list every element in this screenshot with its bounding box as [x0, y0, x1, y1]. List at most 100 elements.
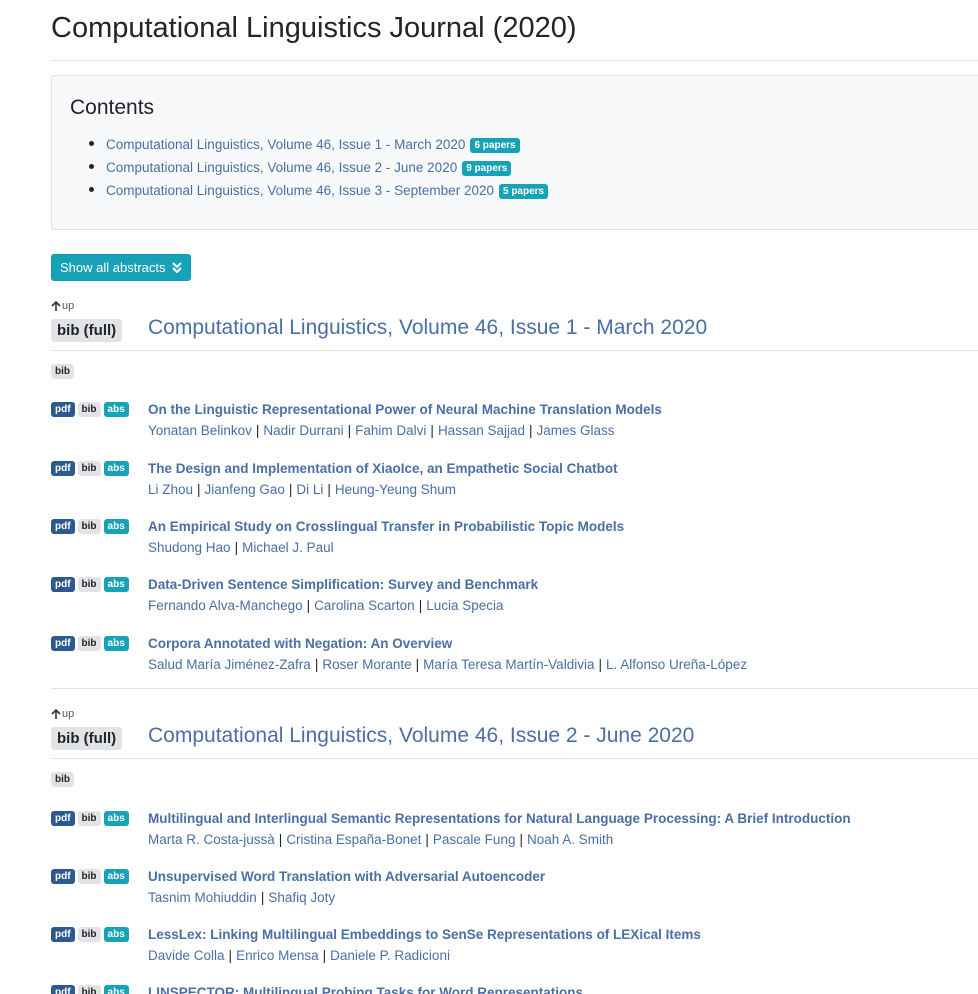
author-link[interactable]: Daniele P. Radicioni [330, 948, 450, 963]
pdf-button[interactable]: pdf [51, 461, 75, 476]
abs-button[interactable]: abs [103, 927, 129, 942]
double-chevron-down-icon [171, 262, 182, 273]
paper-entry: pdf bib abs Unsupervised Word Translation … [51, 868, 978, 910]
paper-entry: pdf bib abs Data-Driven Sentence Simplific… [51, 576, 978, 618]
bib-full-button[interactable]: bib (full) [51, 727, 123, 750]
paper-title[interactable]: An Empirical Study on Crosslingual Trans… [148, 518, 624, 535]
paper-entry: pdf bib abs An Empirical Study on Crosslin… [51, 518, 978, 560]
author-link[interactable]: Davide Colla [148, 948, 225, 963]
pdf-button[interactable]: pdf [51, 927, 75, 942]
up-link[interactable]: up [51, 300, 74, 312]
paper-authors: Marta R. Costa-jussà | Cristina España-Bon… [148, 832, 614, 847]
pdf-button[interactable]: pdf [51, 577, 75, 592]
bib-button[interactable]: bib [77, 577, 101, 592]
pdf-button[interactable]: pdf [51, 402, 75, 417]
contents-link-issue-1[interactable]: Computational Linguistics, Volume 46, Is… [106, 137, 465, 152]
author-link[interactable]: María Teresa Martín-Valdivia [423, 657, 594, 672]
contents-link-issue-3[interactable]: Computational Linguistics, Volume 46, Is… [106, 183, 494, 198]
author-link[interactable]: Fahim Dalvi [355, 423, 426, 438]
arrow-up-icon [51, 708, 61, 719]
author-link[interactable]: Pascale Fung [433, 832, 516, 847]
author-link[interactable]: Salud María Jiménez-Zafra [148, 657, 311, 672]
author-link[interactable]: James Glass [537, 423, 615, 438]
author-link[interactable]: Li Zhou [148, 482, 193, 497]
paper-authors: Li Zhou | Jianfeng Gao | Di Li | Heung-Yeung S… [148, 482, 456, 497]
author-link[interactable]: Carolina Scarton [314, 598, 415, 613]
author-link[interactable]: Marta R. Costa-jussà [148, 832, 275, 847]
contents-item: Computational Linguistics, Volume 46, Is… [52, 156, 548, 179]
paper-count-badge: 6 papers [470, 138, 520, 153]
volume-bib-button[interactable]: bib [51, 364, 74, 379]
author-link[interactable]: Yonatan Belinkov [148, 423, 252, 438]
up-label: up [62, 300, 75, 312]
abs-button[interactable]: abs [103, 985, 129, 994]
bib-button[interactable]: bib [77, 927, 101, 942]
paper-title[interactable]: Corpora Annotated with Negation: An Over… [148, 635, 452, 652]
author-link[interactable]: Noah A. Smith [527, 832, 613, 847]
paper-authors: Fernando Alva-Manchego | Carolina Scarton |… [148, 598, 504, 613]
pdf-button[interactable]: pdf [51, 519, 75, 534]
contents-link-issue-2[interactable]: Computational Linguistics, Volume 46, Is… [106, 160, 457, 175]
abs-button[interactable]: abs [103, 869, 129, 884]
paper-title[interactable]: On the Linguistic Representational Power… [148, 401, 662, 418]
contents-heading: Contents [70, 96, 155, 119]
author-link[interactable]: Tasnim Mohiuddin [148, 890, 257, 905]
show-all-abstracts-button[interactable]: Show all abstracts [51, 254, 191, 281]
paper-entry: pdf bib abs LessLex: Linking Multilingual … [51, 926, 978, 968]
paper-title[interactable]: LINSPECTOR: Multilingual Probing Tasks f… [148, 984, 583, 994]
pdf-button[interactable]: pdf [51, 985, 75, 994]
author-link[interactable]: Cristina España-Bonet [286, 832, 421, 847]
paper-title[interactable]: LessLex: Linking Multilingual Embeddings… [148, 926, 701, 943]
contents-list: Computational Linguistics, Volume 46, Is… [52, 133, 549, 202]
paper-title[interactable]: Unsupervised Word Translation with Adver… [148, 868, 545, 885]
pdf-button[interactable]: pdf [51, 636, 75, 651]
abs-button[interactable]: abs [103, 636, 129, 651]
author-link[interactable]: Michael J. Paul [242, 540, 334, 555]
author-link[interactable]: Nadir Durrani [263, 423, 343, 438]
paper-authors: Shudong Hao | Michael J. Paul [148, 540, 334, 555]
author-link[interactable]: Roser Morante [322, 657, 411, 672]
page: Computational Linguistics Journal (2020)… [0, 0, 978, 994]
author-link[interactable]: Jianfeng Gao [205, 482, 285, 497]
paper-title[interactable]: The Design and Implementation of XiaoIce… [148, 460, 618, 477]
author-link[interactable]: Fernando Alva-Manchego [148, 598, 303, 613]
paper-entry: pdf bib abs Corpora Annotated with Negatio… [51, 635, 978, 677]
bib-button[interactable]: bib [77, 461, 101, 476]
bib-button[interactable]: bib [77, 869, 101, 884]
author-link[interactable]: Hassan Sajjad [438, 423, 525, 438]
paper-entry: pdf bib abs Multilingual and Interlingual … [51, 810, 978, 852]
paper-title[interactable]: Multilingual and Interlingual Semantic R… [148, 810, 851, 827]
abs-button[interactable]: abs [103, 811, 129, 826]
title-divider [51, 60, 978, 61]
issue-title[interactable]: Computational Linguistics, Volume 46, Is… [148, 316, 707, 340]
issue-divider [51, 350, 978, 351]
author-link[interactable]: Shafiq Joty [268, 890, 335, 905]
abs-button[interactable]: abs [103, 402, 129, 417]
author-link[interactable]: Enrico Mensa [236, 948, 319, 963]
bib-button[interactable]: bib [77, 985, 101, 994]
bib-button[interactable]: bib [77, 402, 101, 417]
abs-button[interactable]: abs [103, 461, 129, 476]
abs-button[interactable]: abs [103, 519, 129, 534]
paper-title[interactable]: Data-Driven Sentence Simplification: Sur… [148, 576, 538, 593]
author-link[interactable]: Lucia Specia [426, 598, 503, 613]
author-link[interactable]: Shudong Hao [148, 540, 231, 555]
author-link[interactable]: L. Alfonso Ureña-López [606, 657, 747, 672]
volume-bib-button[interactable]: bib [51, 772, 74, 787]
arrow-up-icon [51, 300, 61, 311]
pdf-button[interactable]: pdf [51, 869, 75, 884]
author-link[interactable]: Di Li [296, 482, 323, 497]
contents-item: Computational Linguistics, Volume 46, Is… [52, 133, 548, 156]
up-link[interactable]: up [51, 708, 74, 720]
bib-button[interactable]: bib [77, 636, 101, 651]
bib-button[interactable]: bib [77, 519, 101, 534]
paper-authors: Salud María Jiménez-Zafra | Roser Morante |… [148, 657, 748, 672]
abs-button[interactable]: abs [103, 577, 129, 592]
author-link[interactable]: Heung-Yeung Shum [335, 482, 456, 497]
pdf-button[interactable]: pdf [51, 811, 75, 826]
issue-title[interactable]: Computational Linguistics, Volume 46, Is… [148, 724, 694, 748]
paper-count-badge: 5 papers [498, 184, 549, 199]
bib-button[interactable]: bib [77, 811, 101, 826]
paper-authors: Davide Colla | Enrico Mensa | Daniele P. Rad… [148, 948, 450, 963]
bib-full-button[interactable]: bib (full) [51, 319, 123, 342]
